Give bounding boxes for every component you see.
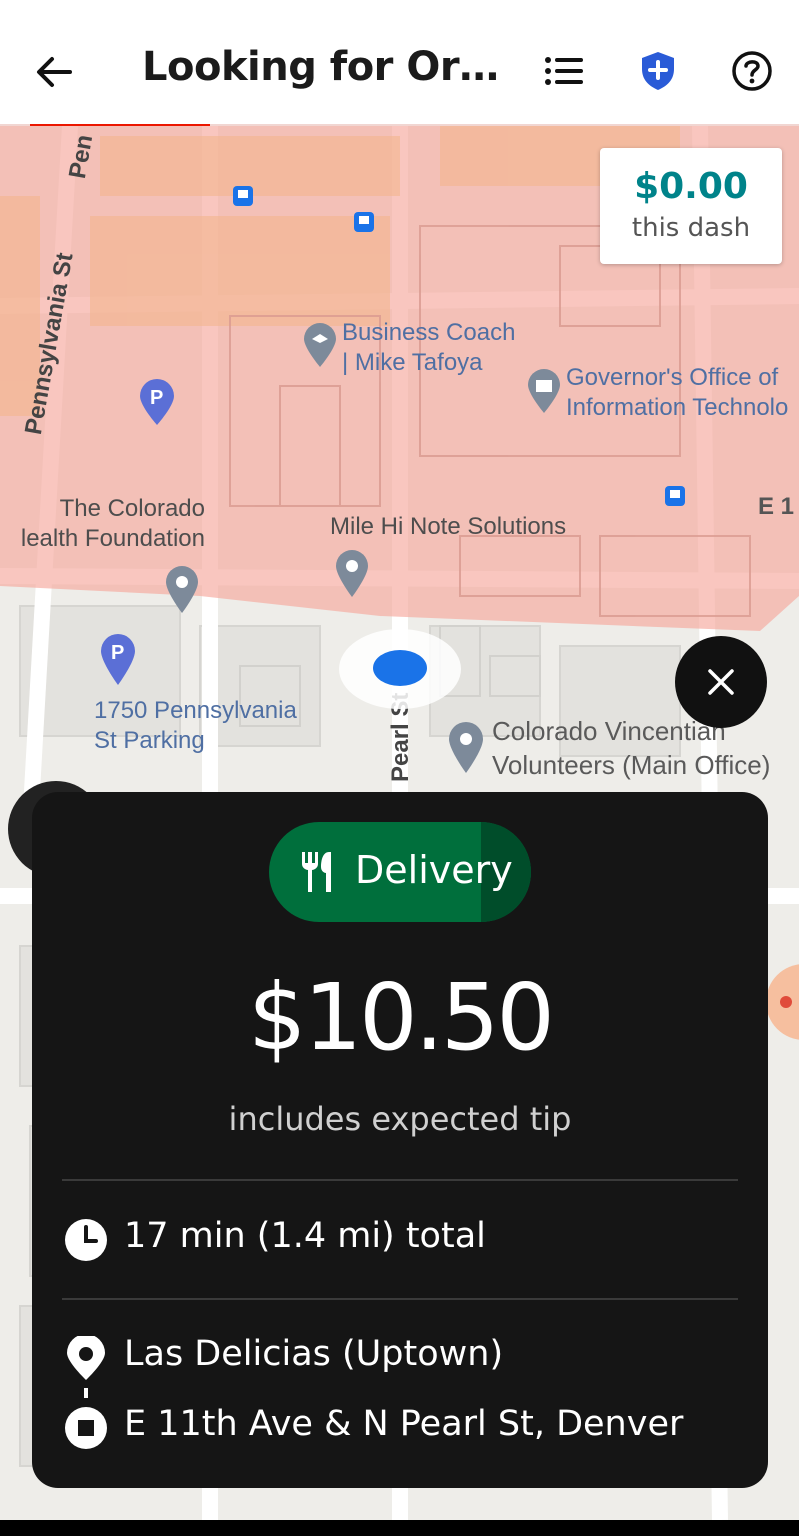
- dropoff-location: E 11th Ave & N Pearl St, Denver: [124, 1404, 684, 1444]
- map-pin-icon: [447, 720, 485, 779]
- offer-price: $10.50: [248, 964, 555, 1071]
- place-label-colorado-health: The Colorado lealth Foundation: [20, 495, 205, 552]
- pickup-location: Las Delicias (Uptown): [124, 1334, 504, 1374]
- status-bar: [0, 0, 799, 14]
- place-label-e1: E 1: [758, 493, 795, 520]
- help-circle-icon: [732, 51, 772, 91]
- navigation-bar: [0, 1520, 799, 1536]
- arrow-left-icon: [37, 57, 72, 87]
- decline-offer-button[interactable]: [675, 636, 767, 728]
- page-title: Looking for Ord...: [142, 44, 512, 90]
- svg-text:P: P: [150, 387, 163, 409]
- bus-stop-icon: [233, 186, 253, 211]
- pickup-pin-icon: [67, 1336, 105, 1398]
- map-pin-icon: [334, 548, 370, 603]
- map-pin-icon: [164, 564, 200, 619]
- fork-knife-icon: [302, 852, 331, 892]
- dropoff-square-icon: [65, 1407, 107, 1449]
- safety-button[interactable]: [633, 46, 683, 96]
- government-pin-icon: [526, 368, 562, 419]
- map-pin-icon: [302, 322, 338, 373]
- offer-duration: 17 min (1.4 mi) total: [124, 1216, 486, 1256]
- close-icon: [708, 669, 734, 695]
- parking-pin-icon: P: [99, 632, 137, 691]
- top-app-bar: Looking for Ord...: [0, 14, 799, 126]
- offer-price-note: includes expected tip: [228, 1100, 572, 1138]
- shield-plus-icon: [642, 52, 674, 90]
- delivery-type-badge: Delivery: [269, 822, 531, 922]
- svg-text:P: P: [111, 642, 124, 664]
- divider: [62, 1179, 738, 1181]
- dash-earnings-amount: $0.00: [634, 166, 748, 207]
- bus-stop-icon: [665, 486, 685, 511]
- delivery-type-label: Delivery: [355, 848, 513, 892]
- place-label-parking: 1750 Pennsylvania St Parking: [94, 697, 297, 754]
- map-poi-icon: [766, 964, 799, 1049]
- order-list-button[interactable]: [540, 46, 590, 96]
- place-label-business-coach: Business Coach | Mike Tafoya: [342, 319, 516, 376]
- list-icon: [545, 57, 583, 85]
- dash-earnings-label: this dash: [631, 213, 751, 243]
- bus-stop-icon: [354, 212, 374, 237]
- parking-pin-icon: P: [138, 378, 176, 431]
- current-location-marker: [338, 628, 462, 715]
- help-button[interactable]: [727, 46, 777, 96]
- divider: [62, 1298, 738, 1300]
- back-button[interactable]: [30, 50, 78, 94]
- dash-earnings-card[interactable]: $0.00 this dash: [600, 148, 782, 264]
- order-offer-card[interactable]: Delivery $10.50 includes expected tip 17…: [32, 792, 768, 1488]
- clock-icon: [65, 1219, 107, 1261]
- place-label-governor-office: Governor's Office of Information Technol…: [566, 364, 789, 421]
- place-label-mile-hi: Mile Hi Note Solutions: [330, 513, 567, 540]
